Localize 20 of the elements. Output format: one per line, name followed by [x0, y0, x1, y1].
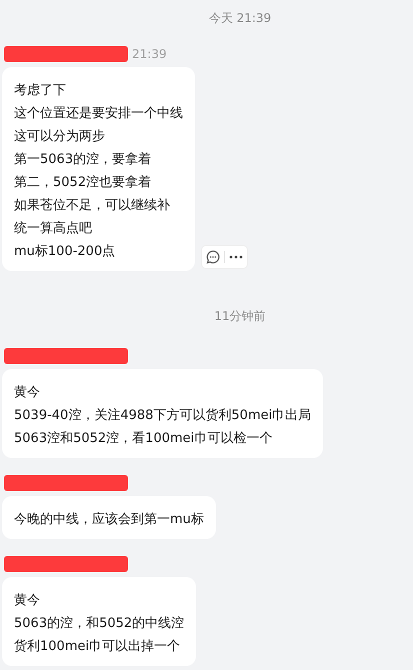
message-line: 这个位置还是要安排一个中线 [14, 105, 183, 123]
message-time: 21:39 [132, 46, 167, 63]
message-line: 黄今 [14, 384, 41, 402]
message-line: mu标100-200点 [14, 243, 116, 261]
message-line: 5039-40涳，关注4988下方可以货利50mei巾出局 [14, 407, 312, 425]
message-line: 货利100mei巾可以出掉一个 [14, 638, 182, 656]
more-icon[interactable] [229, 255, 243, 259]
timestamp-divider: 今天 21:39 [208, 10, 272, 27]
comment-icon[interactable] [206, 250, 220, 264]
message-line: 第二，5052涳也要拿着 [14, 174, 152, 192]
message-line: 这可以分为两步 [14, 128, 106, 146]
message-line: 如果苍位不足，可以继续补 [14, 197, 171, 215]
message-line: 考虑了下 [14, 82, 67, 100]
message-line: 统一算高点吧 [14, 220, 93, 238]
message-line: 今晚的中线，应该会到第一mu标 [14, 511, 204, 529]
timestamp-divider: 11分钟前 [214, 308, 266, 325]
message-line: 5063的涳，和5052的中线涳 [14, 615, 184, 633]
message-line: 黄今 [14, 592, 41, 610]
message-line: 5063涳和5052涳，看100mei巾可以检一个 [14, 430, 274, 448]
message-line: 第一5063的涳，要拿着 [14, 151, 152, 169]
